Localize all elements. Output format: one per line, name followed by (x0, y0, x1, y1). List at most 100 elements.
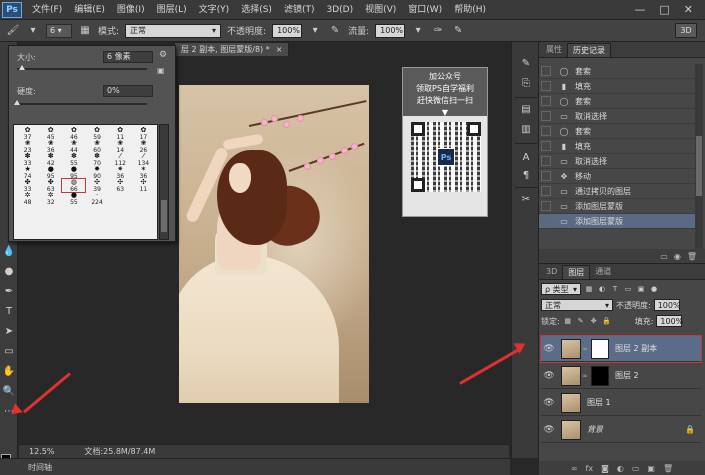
eye-icon[interactable]: 👁 (541, 371, 557, 381)
brush-tool-icon[interactable]: 🖌 (6, 24, 20, 38)
brush-preset[interactable]: ✲ 32 (39, 192, 62, 207)
brush-preset[interactable]: ✣ 63 (109, 179, 132, 194)
history-row[interactable]: ▮ 填充 (539, 79, 695, 94)
link-icon[interactable]: ∞ (582, 345, 588, 353)
tool-preset-dropdown-icon[interactable]: ▾ (26, 24, 40, 38)
character-icon[interactable]: A (519, 150, 533, 164)
menu-select[interactable]: 选择(S) (235, 0, 278, 20)
close-button[interactable]: ✕ (684, 3, 693, 16)
new-document-from-state-icon[interactable]: ▭ (660, 252, 668, 261)
history-brush-source-box[interactable] (541, 186, 551, 196)
trash-icon[interactable]: 🗑 (663, 464, 673, 473)
history-row[interactable]: ▭ 添加图层蒙版 (539, 214, 695, 229)
brush-preset-picker[interactable]: 6 ▾ (46, 23, 72, 38)
tab-layers[interactable]: 图层 (562, 265, 591, 279)
lock-all-icon[interactable]: 🔒 (602, 316, 612, 326)
menu-layer[interactable]: 图层(L) (151, 0, 193, 20)
tool-presets-icon[interactable]: ✂ (519, 192, 533, 206)
minimize-button[interactable]: — (634, 3, 645, 16)
menu-window[interactable]: 窗口(W) (402, 0, 448, 20)
dodge-tool-icon[interactable]: ● (2, 264, 16, 278)
adjustment-layer-icon[interactable]: ◐ (617, 464, 624, 473)
tab-history[interactable]: 历史记录 (567, 43, 611, 57)
clone-source-icon[interactable]: ⎘ (519, 76, 533, 90)
trash-icon[interactable]: 🗑 (687, 252, 697, 261)
menu-help[interactable]: 帮助(H) (448, 0, 492, 20)
path-select-tool-icon[interactable]: ➤ (2, 324, 16, 338)
history-brush-source-box[interactable] (541, 111, 551, 121)
brush-preset[interactable] (109, 192, 132, 205)
group-icon[interactable]: ▭ (632, 464, 640, 473)
type-tool-icon[interactable]: T (2, 304, 16, 318)
menu-image[interactable]: 图像(I) (111, 0, 151, 20)
tab-3d[interactable]: 3D (541, 265, 562, 279)
history-brush-source-box[interactable] (541, 96, 551, 106)
gear-icon[interactable]: ⚙ (159, 50, 167, 60)
lock-position-icon[interactable]: ✥ (589, 316, 599, 326)
eye-icon[interactable]: 👁 (541, 398, 557, 408)
brush-preset[interactable]: · 224 (85, 192, 108, 207)
history-brush-source-box[interactable] (541, 171, 551, 181)
brush-panel-icon[interactable]: ✎ (519, 56, 533, 70)
pen-tool-icon[interactable]: ✒ (2, 284, 16, 298)
layer-row[interactable]: 👁 图层 1 (541, 390, 701, 416)
history-scroll-thumb[interactable] (696, 136, 702, 196)
history-brush-source-box[interactable] (541, 66, 551, 76)
history-row[interactable]: ◯ 套索 (539, 94, 695, 109)
size-field[interactable]: 6 像素 (103, 51, 153, 63)
close-tab-icon[interactable]: × (276, 45, 283, 54)
link-layers-icon[interactable]: ∞ (571, 464, 578, 473)
filter-toggle-icon[interactable]: ● (649, 284, 659, 294)
adjustments-icon[interactable]: ▤ (519, 102, 533, 116)
hardness-slider[interactable] (17, 103, 147, 105)
menu-type[interactable]: 文字(Y) (193, 0, 236, 20)
filter-adjust-icon[interactable]: ◐ (597, 284, 607, 294)
layer-name[interactable]: 背景 (587, 424, 603, 435)
history-brush-source-box[interactable] (541, 141, 551, 151)
filter-kind-select[interactable]: ρ 类型 ▾ (541, 283, 581, 295)
opacity-dropdown-icon[interactable]: ▾ (308, 24, 322, 38)
tab-properties[interactable]: 属性 (541, 43, 567, 57)
blend-mode-select[interactable]: 正常 ▾ (541, 299, 613, 311)
history-row[interactable]: ▭ 取消选择 (539, 154, 695, 169)
layer-thumbnail[interactable] (561, 419, 581, 440)
opacity-input[interactable]: 100% (272, 23, 303, 38)
layer-thumbnail[interactable] (561, 365, 581, 386)
size-slider-handle[interactable] (19, 65, 25, 70)
history-brush-source-box[interactable] (541, 81, 551, 91)
layer-thumbnail[interactable] (561, 392, 581, 413)
brush-panel-toggle-icon[interactable]: ▦ (78, 24, 92, 38)
presets-scrollbar[interactable] (159, 124, 169, 240)
workspace-3d-button[interactable]: 3D (675, 23, 697, 38)
eye-icon[interactable]: 👁 (541, 425, 557, 435)
document-tab[interactable]: 层 2 副本, 图层蒙版/8) * × (174, 42, 290, 56)
maximize-button[interactable]: □ (659, 3, 669, 16)
canvas-image[interactable] (179, 85, 369, 403)
new-preset-icon[interactable]: ▣ (157, 66, 165, 75)
history-row[interactable]: ◯ 套索 (539, 64, 695, 79)
menu-filter[interactable]: 滤镜(T) (278, 0, 321, 20)
mode-select[interactable]: 正常 ▾ (125, 23, 222, 38)
filter-pixel-icon[interactable]: ▦ (584, 284, 594, 294)
smudge-tool-icon[interactable]: 💧 (2, 244, 16, 258)
lock-image-icon[interactable]: ✎ (576, 316, 586, 326)
filter-type-icon[interactable]: T (610, 284, 620, 294)
brush-preset[interactable]: ✲ 48 (16, 192, 39, 207)
history-row[interactable]: ◯ 套索 (539, 124, 695, 139)
layer-name[interactable]: 图层 2 (615, 370, 639, 381)
zoom-tool-icon[interactable]: 🔍 (2, 384, 16, 398)
layer-mask-thumbnail[interactable] (591, 338, 609, 359)
add-mask-icon[interactable]: ◙ (601, 464, 609, 473)
size-slider[interactable] (17, 68, 147, 70)
pressure-size-icon[interactable]: ✎ (451, 24, 465, 38)
hardness-field[interactable]: 0% (103, 85, 153, 97)
layer-row[interactable]: 👁 ∞ 图层 2 (541, 363, 701, 389)
link-icon[interactable]: ∞ (582, 372, 588, 380)
history-row[interactable]: ▮ 填充 (539, 139, 695, 154)
history-brush-source-box[interactable] (541, 201, 551, 211)
history-row[interactable]: ✥ 移动 (539, 169, 695, 184)
brush-preset[interactable]: ✣ 11 (132, 179, 155, 194)
brush-preset[interactable]: ● 55 (62, 192, 85, 207)
swatches-icon[interactable]: ▥ (519, 122, 533, 136)
document-size[interactable]: 文档:25.8M/87.4M (84, 446, 155, 457)
